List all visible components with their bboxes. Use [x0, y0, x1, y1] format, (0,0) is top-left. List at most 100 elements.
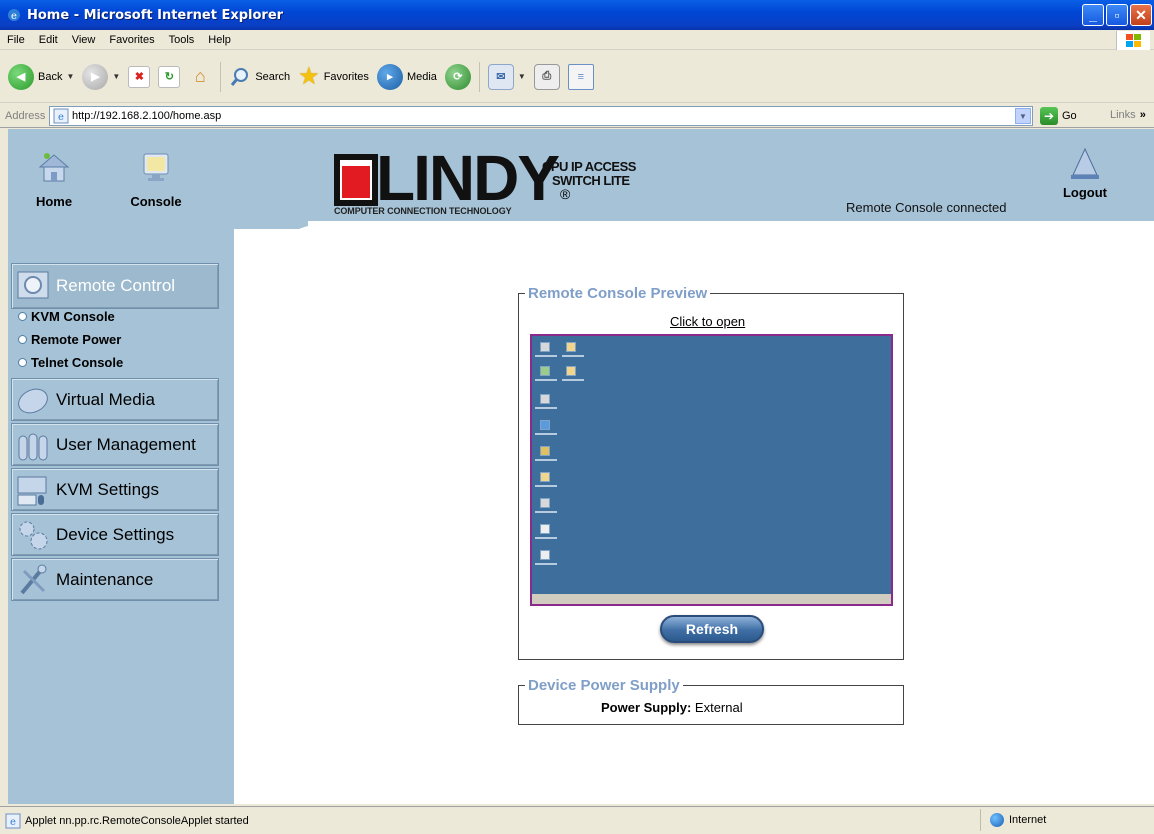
stop-button[interactable]: ✖	[128, 65, 151, 88]
lindy-logo: LINDY ® COMPUTER CONNECTION TECHNOLOGY	[334, 146, 570, 216]
sidebar-item-kvm-console[interactable]: KVM Console	[18, 309, 115, 324]
desktop-icon-label	[562, 355, 584, 357]
window-titlebar: e Home - Microsoft Internet Explorer _ ▫…	[0, 0, 1154, 30]
menu-view[interactable]: View	[72, 34, 96, 46]
history-button[interactable]: ⟳	[444, 63, 471, 90]
home-nav-button[interactable]: Home	[19, 149, 89, 209]
refresh-button[interactable]: Refresh	[660, 615, 764, 643]
address-url: http://192.168.2.100/home.asp	[72, 110, 222, 122]
sidebar-virtual-media[interactable]: Virtual Media	[11, 378, 219, 421]
media-icon: ▸	[376, 63, 403, 90]
svg-text:e: e	[58, 112, 64, 123]
menu-file[interactable]: File	[7, 34, 25, 46]
click-to-open-link[interactable]: Click to open	[670, 314, 745, 329]
menu-tools[interactable]: Tools	[169, 34, 195, 46]
mail-button[interactable]: ✉ ▼	[487, 63, 526, 90]
print-button[interactable]: ⎙	[533, 63, 560, 90]
maximize-button[interactable]: ▫	[1106, 4, 1128, 26]
bullet-icon	[18, 335, 27, 344]
minimize-button[interactable]: _	[1082, 4, 1104, 26]
forward-button[interactable]: ▶ ▼	[82, 63, 120, 90]
desktop-icon-label	[535, 459, 557, 461]
media-label: Media	[406, 70, 437, 83]
search-button[interactable]: Search	[229, 66, 290, 88]
bullet-icon	[18, 312, 27, 321]
desktop-icon-label	[535, 537, 557, 539]
sidebar-background	[8, 129, 234, 804]
sidebar-virtual-media-label: Virtual Media	[56, 389, 155, 409]
desktop-icon-label	[535, 355, 557, 357]
printer-icon: ⎙	[533, 63, 560, 90]
page-status-icon: e	[5, 813, 21, 828]
back-label: Back	[38, 70, 63, 83]
device-power-supply-panel: Device Power Supply Power Supply: Extern…	[518, 677, 904, 725]
svg-text:e: e	[10, 817, 16, 828]
desktop-icon-label	[562, 379, 584, 381]
console-preview-screen[interactable]	[530, 334, 893, 606]
sidebar-user-management-label: User Management	[56, 434, 196, 454]
users-icon	[18, 433, 48, 460]
desktop-icon	[540, 446, 550, 456]
go-button[interactable]: ➔ Go	[1040, 107, 1077, 125]
logout-button[interactable]: Logout	[1050, 147, 1120, 200]
address-dropdown-icon[interactable]: ▼	[1015, 108, 1031, 124]
tools-icon	[20, 564, 47, 594]
toolbar-separator	[220, 61, 222, 92]
menu-bar: File Edit View Favorites Tools Help	[0, 30, 1154, 50]
close-button[interactable]: ✕	[1130, 4, 1152, 26]
links-button[interactable]: Links»	[1110, 109, 1146, 121]
preview-legend: Remote Console Preview	[525, 285, 711, 302]
toolbar-separator	[478, 61, 480, 92]
media-button[interactable]: ▸ Media	[376, 63, 437, 90]
status-bar: e Applet nn.pp.rc.RemoteConsoleApplet st…	[0, 806, 1154, 834]
stop-icon: ✖	[128, 65, 151, 88]
power-supply-value: External	[694, 700, 743, 715]
product-name: CPU IP ACCESS SWITCH LITE	[542, 160, 636, 188]
sidebar-user-management[interactable]: User Management	[11, 423, 219, 466]
gears-icon	[19, 521, 48, 549]
sidebar-maintenance[interactable]: Maintenance	[11, 558, 219, 601]
edit-button[interactable]: ≡	[567, 63, 594, 90]
menu-help[interactable]: Help	[208, 34, 231, 46]
desktop-icon-label	[535, 407, 557, 409]
links-label: Links	[1110, 109, 1136, 121]
go-arrow-icon: ➔	[1040, 107, 1058, 125]
sidebar-device-settings[interactable]: Device Settings	[11, 513, 219, 556]
zone-label: Internet	[1009, 814, 1047, 826]
sidebar-item-telnet-console[interactable]: Telnet Console	[18, 355, 123, 370]
sidebar-remote-control[interactable]: Remote Control	[11, 263, 219, 309]
monitor-icon	[17, 271, 49, 299]
mail-dropdown-icon[interactable]: ▼	[518, 72, 526, 81]
desktop-icon	[540, 342, 550, 352]
forward-dropdown-icon[interactable]: ▼	[112, 72, 120, 81]
menu-edit[interactable]: Edit	[39, 34, 58, 46]
ie-icon: e	[8, 9, 20, 22]
history-icon: ⟳	[444, 63, 471, 90]
sidebar-item-label: Remote Power	[31, 332, 122, 347]
address-input[interactable]: e http://192.168.2.100/home.asp ▼	[49, 106, 1033, 126]
folder-icon	[540, 472, 550, 482]
power-legend: Device Power Supply	[525, 677, 683, 694]
web-content: Home Console LINDY ® COMPUTER CONNECTION…	[8, 129, 1154, 804]
sidebar-maintenance-label: Maintenance	[56, 569, 154, 589]
back-dropdown-icon[interactable]: ▼	[66, 72, 74, 81]
address-bar: Address e http://192.168.2.100/home.asp …	[0, 104, 1154, 128]
back-button[interactable]: ◀ Back ▼	[8, 63, 74, 90]
remote-console-status: Remote Console connected	[846, 200, 1007, 215]
sidebar-item-label: KVM Console	[31, 309, 115, 324]
desktop-icon-label	[535, 379, 557, 381]
menu-favorites[interactable]: Favorites	[109, 34, 154, 46]
window-title: Home - Microsoft Internet Explorer	[27, 7, 284, 23]
home-page-button[interactable]: ⌂	[188, 65, 212, 89]
favorites-button[interactable]: ★ Favorites	[298, 62, 369, 91]
refresh-icon: ↻	[158, 65, 181, 88]
keyboard-icon	[17, 476, 47, 505]
desktop-icon-label	[535, 563, 557, 565]
globe-icon	[990, 813, 1004, 827]
logout-icon	[1071, 147, 1099, 179]
console-nav-button[interactable]: Console	[121, 149, 191, 209]
refresh-page-button[interactable]: ↻	[158, 65, 181, 88]
toolbar: ◀ Back ▼ ▶ ▼ ✖ ↻ ⌂ Search ★ Favorites ▸ …	[0, 51, 1154, 103]
sidebar-item-remote-power[interactable]: Remote Power	[18, 332, 121, 347]
sidebar-kvm-settings[interactable]: KVM Settings	[11, 468, 219, 511]
